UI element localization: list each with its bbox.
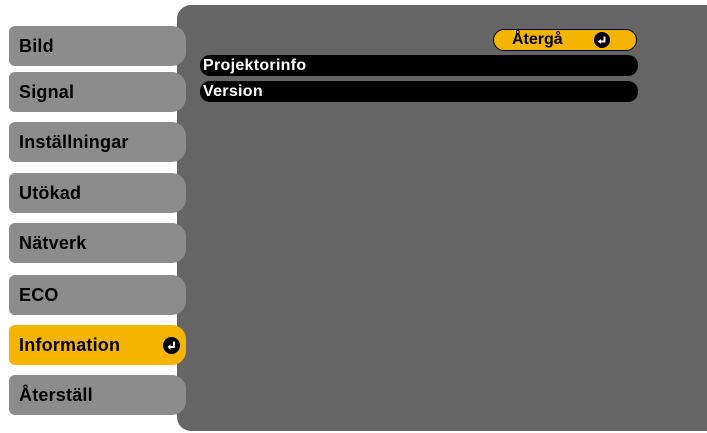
sidebar-item-label: Återställ xyxy=(19,384,93,405)
projector-menu: Återgå Projektorinfo Version Bild Signal… xyxy=(0,0,707,433)
sidebar-item-eco[interactable]: ECO xyxy=(9,275,186,315)
sidebar-item-signal[interactable]: Signal xyxy=(9,72,186,112)
sidebar-item-utokad[interactable]: Utökad xyxy=(9,173,186,213)
sidebar-item-natverk[interactable]: Nätverk xyxy=(9,223,186,263)
sidebar-item-label: Utökad xyxy=(19,182,82,203)
submenu-item-projektorinfo[interactable]: Projektorinfo xyxy=(200,55,638,76)
sidebar-item-label: Bild xyxy=(19,35,54,56)
sidebar-item-installningar[interactable]: Inställningar xyxy=(9,122,186,162)
submenu-item-label: Projektorinfo xyxy=(203,56,307,74)
sidebar-item-label: Signal xyxy=(19,81,75,102)
enter-icon xyxy=(163,337,180,354)
enter-icon xyxy=(594,32,610,48)
submenu-item-label: Version xyxy=(203,82,263,100)
sidebar-item-aterstall[interactable]: Återställ xyxy=(9,375,186,415)
sidebar-item-label: Nätverk xyxy=(19,232,87,253)
sidebar-item-bild[interactable]: Bild xyxy=(9,26,186,66)
submenu-item-version[interactable]: Version xyxy=(200,81,638,102)
sidebar-item-label: ECO xyxy=(19,284,59,305)
sidebar-item-information[interactable]: Information xyxy=(9,325,186,365)
back-button[interactable]: Återgå xyxy=(493,29,637,51)
back-button-label: Återgå xyxy=(512,31,563,48)
sidebar-item-label: Information xyxy=(19,334,121,355)
sidebar-item-label: Inställningar xyxy=(19,131,129,152)
information-panel: Återgå Projektorinfo Version xyxy=(177,5,707,431)
